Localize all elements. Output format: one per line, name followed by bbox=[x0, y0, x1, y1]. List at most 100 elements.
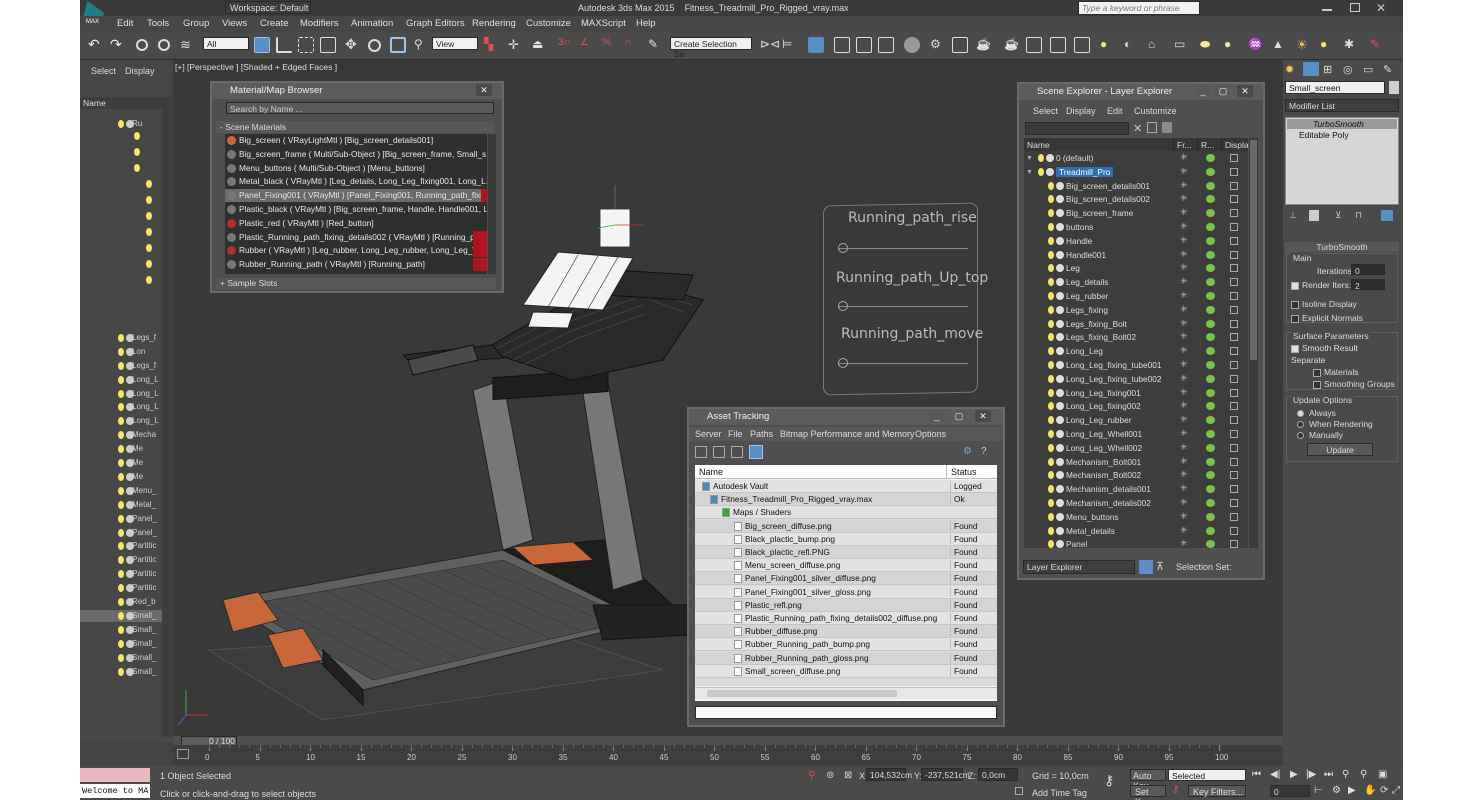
display-box-icon[interactable] bbox=[1230, 416, 1238, 425]
vray-ambient-icon[interactable]: ● bbox=[1320, 37, 1336, 53]
current-frame-field[interactable]: 0 bbox=[1270, 785, 1310, 797]
render-teapot-icon[interactable] bbox=[1206, 223, 1215, 231]
rig-slider-rise[interactable] bbox=[838, 248, 968, 249]
redo-icon[interactable]: ↷ bbox=[110, 37, 126, 53]
move-icon[interactable]: ✥ bbox=[345, 37, 361, 53]
scene-tree-row[interactable]: Leg_rubber ✳ bbox=[1024, 290, 1248, 303]
material-list-item[interactable]: Panel_Fixing001 ( VRayMtl ) [Panel_Fixin… bbox=[225, 189, 487, 203]
visibility-bulb-icon[interactable] bbox=[1048, 388, 1054, 397]
scene-tree-row[interactable]: ▼ Treadmill_Pro ✳ bbox=[1024, 166, 1248, 179]
freeze-icon[interactable]: ✳ bbox=[1180, 497, 1188, 508]
rect-selection-icon[interactable] bbox=[298, 37, 314, 53]
freeze-icon[interactable]: ✳ bbox=[1180, 180, 1188, 191]
material-editor-icon[interactable] bbox=[904, 37, 920, 53]
scene-settings-icon[interactable] bbox=[1162, 122, 1172, 133]
scene-tree-row[interactable]: ▼ 0 (default) ✳ bbox=[1024, 152, 1248, 165]
asset-table-row[interactable]: Plastic_refl.png Found bbox=[695, 598, 997, 612]
window-crossing-icon[interactable] bbox=[320, 37, 336, 53]
scene-tree-row[interactable]: Long_Leg_Whell001 ✳ bbox=[1024, 428, 1248, 441]
material-section-header[interactable]: - Scene Materials bbox=[216, 121, 494, 133]
visibility-bulb-icon[interactable] bbox=[118, 611, 124, 620]
render-teapot-icon[interactable] bbox=[1206, 540, 1215, 548]
add-time-tag[interactable]: Add Time Tag bbox=[1032, 788, 1087, 798]
render-teapot-icon[interactable] bbox=[1206, 305, 1215, 314]
asset-list-icon[interactable] bbox=[713, 446, 725, 458]
freeze-icon[interactable]: ✳ bbox=[1180, 290, 1188, 301]
asset-menu-server[interactable]: Server bbox=[695, 429, 722, 439]
freeze-icon[interactable]: ✳ bbox=[1180, 276, 1188, 287]
maximize-viewport-icon[interactable]: ⤢ bbox=[1392, 785, 1400, 796]
material-browser-close-icon[interactable]: ✕ bbox=[476, 84, 492, 96]
visibility-bulb-icon[interactable] bbox=[118, 472, 124, 481]
menu-maxscript[interactable]: MAXScript bbox=[581, 18, 626, 29]
visibility-bulb-icon[interactable] bbox=[118, 653, 124, 662]
render-setup-icon[interactable]: ⚙ bbox=[930, 37, 946, 53]
left-tree-row[interactable]: Long_L bbox=[80, 374, 162, 386]
display-box-icon[interactable] bbox=[1230, 319, 1238, 328]
display-box-icon[interactable] bbox=[1230, 250, 1238, 259]
render-iters-checkbox[interactable] bbox=[1291, 280, 1302, 290]
isoline-checkbox[interactable] bbox=[1291, 299, 1302, 309]
display-box-icon[interactable] bbox=[1230, 305, 1238, 314]
asset-hscroll-thumb[interactable] bbox=[707, 690, 897, 697]
left-tree-row[interactable]: Legs_f bbox=[80, 360, 162, 372]
rotate-icon[interactable] bbox=[368, 39, 381, 52]
asset-hscrollbar[interactable] bbox=[695, 687, 997, 699]
visibility-bulb-icon[interactable] bbox=[118, 389, 124, 398]
modifier-list-dropdown[interactable]: Modifier List bbox=[1285, 99, 1399, 112]
asset-table-row[interactable]: Menu_screen_diffuse.png Found bbox=[695, 559, 997, 573]
render-teapot-icon[interactable] bbox=[1206, 402, 1215, 411]
scene-tree-row[interactable]: Long_Leg_fixing002 ✳ bbox=[1024, 400, 1248, 413]
scene-tree-row[interactable]: Big_screen_details002 ✳ bbox=[1024, 193, 1248, 206]
left-tree-row[interactable]: Metal_ bbox=[80, 499, 162, 511]
visibility-bulb-icon[interactable] bbox=[118, 120, 124, 128]
visibility-bulb-icon[interactable] bbox=[1048, 264, 1054, 273]
bind-spacewarp-icon[interactable]: ≋ bbox=[180, 37, 196, 53]
material-list-item[interactable]: Plastic_Running_path_fixing_details002 (… bbox=[225, 230, 487, 244]
material-list-item[interactable]: Plastic_red ( VRayMtl ) [Red_button] bbox=[225, 217, 487, 230]
time-config-icon[interactable]: ⚙ bbox=[1332, 785, 1341, 796]
render-teapot-icon[interactable] bbox=[1206, 195, 1215, 204]
left-tree-row[interactable]: Small_ bbox=[80, 666, 162, 678]
asset-table-row[interactable]: Small_screen_diffuse.png Found bbox=[695, 664, 997, 678]
left-tree-row[interactable]: Long_L bbox=[80, 388, 162, 400]
rig-handle-move[interactable] bbox=[838, 358, 848, 368]
freeze-icon[interactable]: ✳ bbox=[1180, 207, 1188, 218]
visibility-bulb-icon[interactable] bbox=[1048, 499, 1054, 507]
scene-explorer-type-dropdown[interactable]: Layer Explorer bbox=[1023, 560, 1135, 574]
asset-col-name-header[interactable]: Name bbox=[695, 465, 947, 479]
asset-table-row[interactable]: Rubber_diffuse.png Found bbox=[695, 625, 997, 639]
visibility-bulb-icon[interactable] bbox=[118, 528, 124, 537]
visibility-bulb-icon[interactable] bbox=[1048, 223, 1054, 231]
asset-table-icon[interactable] bbox=[731, 446, 743, 458]
asset-grid-icon[interactable] bbox=[749, 445, 763, 459]
minimize-button[interactable] bbox=[1322, 9, 1332, 11]
freeze-icon[interactable]: ✳ bbox=[1180, 414, 1188, 425]
freeze-icon[interactable]: ✳ bbox=[1180, 511, 1188, 522]
smooth-result-checkbox[interactable] bbox=[1291, 343, 1302, 353]
vray-lister-icon[interactable] bbox=[1074, 37, 1090, 53]
visibility-bulb-icon[interactable] bbox=[1048, 347, 1054, 356]
material-footer[interactable]: + Sample Slots bbox=[216, 278, 496, 289]
visibility-bulb-icon[interactable] bbox=[118, 486, 124, 495]
hierarchy-tab-icon[interactable]: ⊞ bbox=[1323, 63, 1332, 76]
display-box-icon[interactable] bbox=[1230, 167, 1238, 176]
asset-tracking-titlebar[interactable]: Asset Tracking _ ▢ ✕ bbox=[689, 409, 1003, 425]
maximize-button[interactable] bbox=[1350, 3, 1360, 12]
keyboard-shortcut-icon[interactable]: ⏏ bbox=[532, 37, 548, 53]
visibility-bulb-icon[interactable] bbox=[118, 542, 124, 551]
scale-icon[interactable] bbox=[390, 37, 406, 53]
asset-table-row[interactable]: Autodesk VaultLogged Out bbox=[695, 480, 997, 501]
render-teapot-icon[interactable] bbox=[1206, 236, 1215, 245]
isolate-icon[interactable]: ⚲ bbox=[808, 770, 815, 781]
scene-tree-row[interactable]: Handle ✳ bbox=[1024, 235, 1248, 248]
scene-tree-row[interactable]: Long_Leg_fixing_tube001 ✳ bbox=[1024, 359, 1248, 372]
left-tree-row[interactable]: Me bbox=[80, 443, 162, 455]
material-search-input[interactable]: Search by Name ... bbox=[226, 102, 494, 114]
scene-menu-select[interactable]: Select bbox=[1033, 106, 1058, 116]
scene-close-icon[interactable]: ✕ bbox=[1237, 85, 1253, 97]
freeze-icon[interactable]: ✳ bbox=[1180, 152, 1188, 163]
render-teapot-icon[interactable] bbox=[1206, 154, 1215, 162]
scene-tree-row[interactable]: Long_Leg_fixing_tube002 ✳ bbox=[1024, 373, 1248, 386]
rig-slider-up-top[interactable] bbox=[838, 306, 968, 307]
